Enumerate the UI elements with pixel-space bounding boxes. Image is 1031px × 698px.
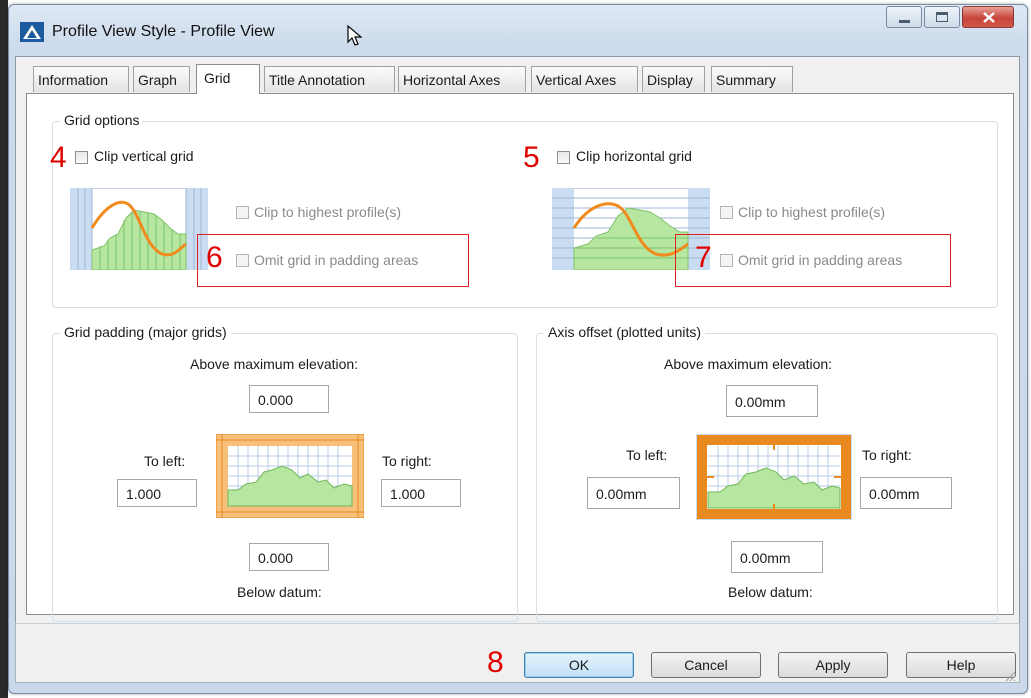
- tab-title-annotation[interactable]: Title Annotation: [264, 66, 395, 92]
- mouse-pointer-icon: [347, 24, 363, 46]
- tab-information[interactable]: Information: [33, 66, 129, 92]
- axis-offset-below-label: Below datum:: [728, 584, 813, 600]
- background-window-edge: [0, 0, 8, 698]
- horizontal-clip-highest-label: Clip to highest profile(s): [738, 204, 886, 220]
- tab-graph[interactable]: Graph: [133, 66, 190, 92]
- axis-offset-left-input[interactable]: 0.00mm: [587, 477, 680, 509]
- axis-offset-diagram: [696, 434, 852, 520]
- tab-summary[interactable]: Summary: [711, 66, 793, 92]
- grid-padding-left-input[interactable]: 1.000: [117, 479, 197, 507]
- axis-offset-above-label: Above maximum elevation:: [664, 356, 833, 372]
- window-title: Profile View Style - Profile View: [52, 23, 275, 40]
- app-logo-icon: [20, 22, 44, 42]
- grid-padding-right-input[interactable]: 1.000: [381, 479, 461, 507]
- clip-vertical-grid-label: Clip vertical grid: [94, 148, 194, 164]
- annotation-6: 6: [206, 241, 223, 274]
- tab-grid[interactable]: Grid: [196, 64, 260, 94]
- horizontal-omit-padding-label: Omit grid in padding areas: [738, 252, 903, 268]
- grid-padding-left-label: To left:: [144, 453, 186, 469]
- grid-padding-diagram: [216, 434, 364, 518]
- cancel-button[interactable]: Cancel: [651, 652, 761, 678]
- minimize-button[interactable]: [886, 6, 922, 28]
- grid-padding-above-label: Above maximum elevation:: [190, 356, 359, 372]
- tab-vertical-axes[interactable]: Vertical Axes: [531, 66, 638, 92]
- axis-offset-below-input[interactable]: 0.00mm: [731, 541, 823, 573]
- axis-offset-above-input[interactable]: 0.00mm: [726, 385, 818, 417]
- axis-offset-right-label: To right:: [862, 447, 912, 463]
- tab-display[interactable]: Display: [642, 66, 705, 92]
- apply-button[interactable]: Apply: [778, 652, 888, 678]
- axis-offset-right-input[interactable]: 0.00mm: [860, 477, 952, 509]
- axis-offset-left-label: To left:: [626, 447, 668, 463]
- maximize-button[interactable]: [924, 6, 960, 28]
- annotation-7: 7: [695, 241, 712, 274]
- vertical-clip-highest-checkbox[interactable]: [236, 206, 249, 219]
- tab-horizontal-axes[interactable]: Horizontal Axes: [398, 66, 526, 92]
- grid-padding-below-label: Below datum:: [237, 584, 322, 600]
- close-button[interactable]: [962, 6, 1014, 28]
- grid-padding-right-label: To right:: [382, 453, 432, 469]
- grid-options-label: Grid options: [60, 112, 144, 128]
- clip-vertical-grid-checkbox[interactable]: [75, 151, 88, 164]
- horizontal-omit-padding-checkbox[interactable]: [720, 254, 733, 267]
- grid-padding-above-input[interactable]: 0.000: [249, 385, 329, 413]
- resize-grip-icon[interactable]: [1004, 670, 1016, 682]
- grid-padding-label: Grid padding (major grids): [60, 324, 231, 340]
- annotation-4: 4: [50, 141, 67, 174]
- annotation-8: 8: [487, 646, 504, 679]
- grid-padding-below-input[interactable]: 0.000: [249, 543, 329, 571]
- axis-offset-label: Axis offset (plotted units): [544, 324, 706, 340]
- vertical-grid-preview: [70, 188, 208, 270]
- vertical-omit-padding-label: Omit grid in padding areas: [254, 252, 419, 268]
- help-button[interactable]: Help: [906, 652, 1016, 678]
- vertical-omit-padding-checkbox[interactable]: [236, 254, 249, 267]
- horizontal-clip-highest-checkbox[interactable]: [720, 206, 733, 219]
- annotation-5: 5: [523, 141, 540, 174]
- clip-horizontal-grid-label: Clip horizontal grid: [576, 148, 692, 164]
- ok-button[interactable]: OK: [524, 652, 634, 678]
- vertical-clip-highest-label: Clip to highest profile(s): [254, 204, 402, 220]
- close-icon: [983, 12, 995, 23]
- clip-horizontal-grid-checkbox[interactable]: [557, 151, 570, 164]
